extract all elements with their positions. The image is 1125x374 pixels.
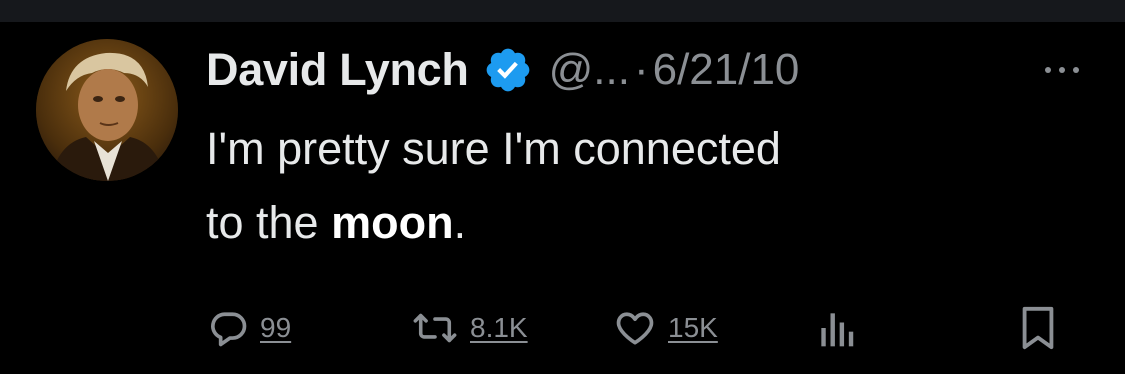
tweet-card[interactable]: David Lynch @... · 6/21/10 I'm pretty su… xyxy=(0,22,1125,374)
repost-button[interactable]: 8.1K xyxy=(410,300,528,356)
author-handle[interactable]: @... xyxy=(549,45,630,95)
reply-icon xyxy=(206,306,250,350)
verified-badge-icon xyxy=(483,45,533,95)
bookmark-button[interactable] xyxy=(1018,300,1058,356)
tweet-text-bold: moon xyxy=(331,197,454,248)
avatar[interactable] xyxy=(36,39,178,181)
header-separator: · xyxy=(633,45,649,94)
tweet-text: I'm pretty sure I'm connected to the moo… xyxy=(206,112,1086,260)
tweet-text-prefix: to the xyxy=(206,197,332,248)
more-options-icon[interactable] xyxy=(1040,60,1084,80)
tweet-text-suffix: . xyxy=(453,197,467,248)
reply-button[interactable]: 99 xyxy=(206,300,291,356)
tweet-text-line-1: I'm pretty sure I'm connected xyxy=(206,123,781,174)
views-button[interactable] xyxy=(816,300,856,356)
heart-icon xyxy=(612,306,658,350)
repost-icon xyxy=(410,306,460,350)
like-count[interactable]: 15K xyxy=(668,312,718,344)
repost-count[interactable]: 8.1K xyxy=(470,312,528,344)
action-bar: 99 8.1K 15K xyxy=(0,300,1125,356)
author-name[interactable]: David Lynch xyxy=(206,44,469,96)
avatar-image xyxy=(36,39,178,181)
analytics-icon xyxy=(816,306,856,350)
like-button[interactable]: 15K xyxy=(612,300,718,356)
tweet-header: David Lynch @... · 6/21/10 xyxy=(206,40,799,100)
bookmark-icon xyxy=(1018,305,1058,351)
tweet-date[interactable]: 6/21/10 xyxy=(653,45,800,95)
top-bar xyxy=(0,0,1125,22)
reply-count[interactable]: 99 xyxy=(260,312,291,344)
tweet-text-line-2: to the moon. xyxy=(206,186,1086,260)
